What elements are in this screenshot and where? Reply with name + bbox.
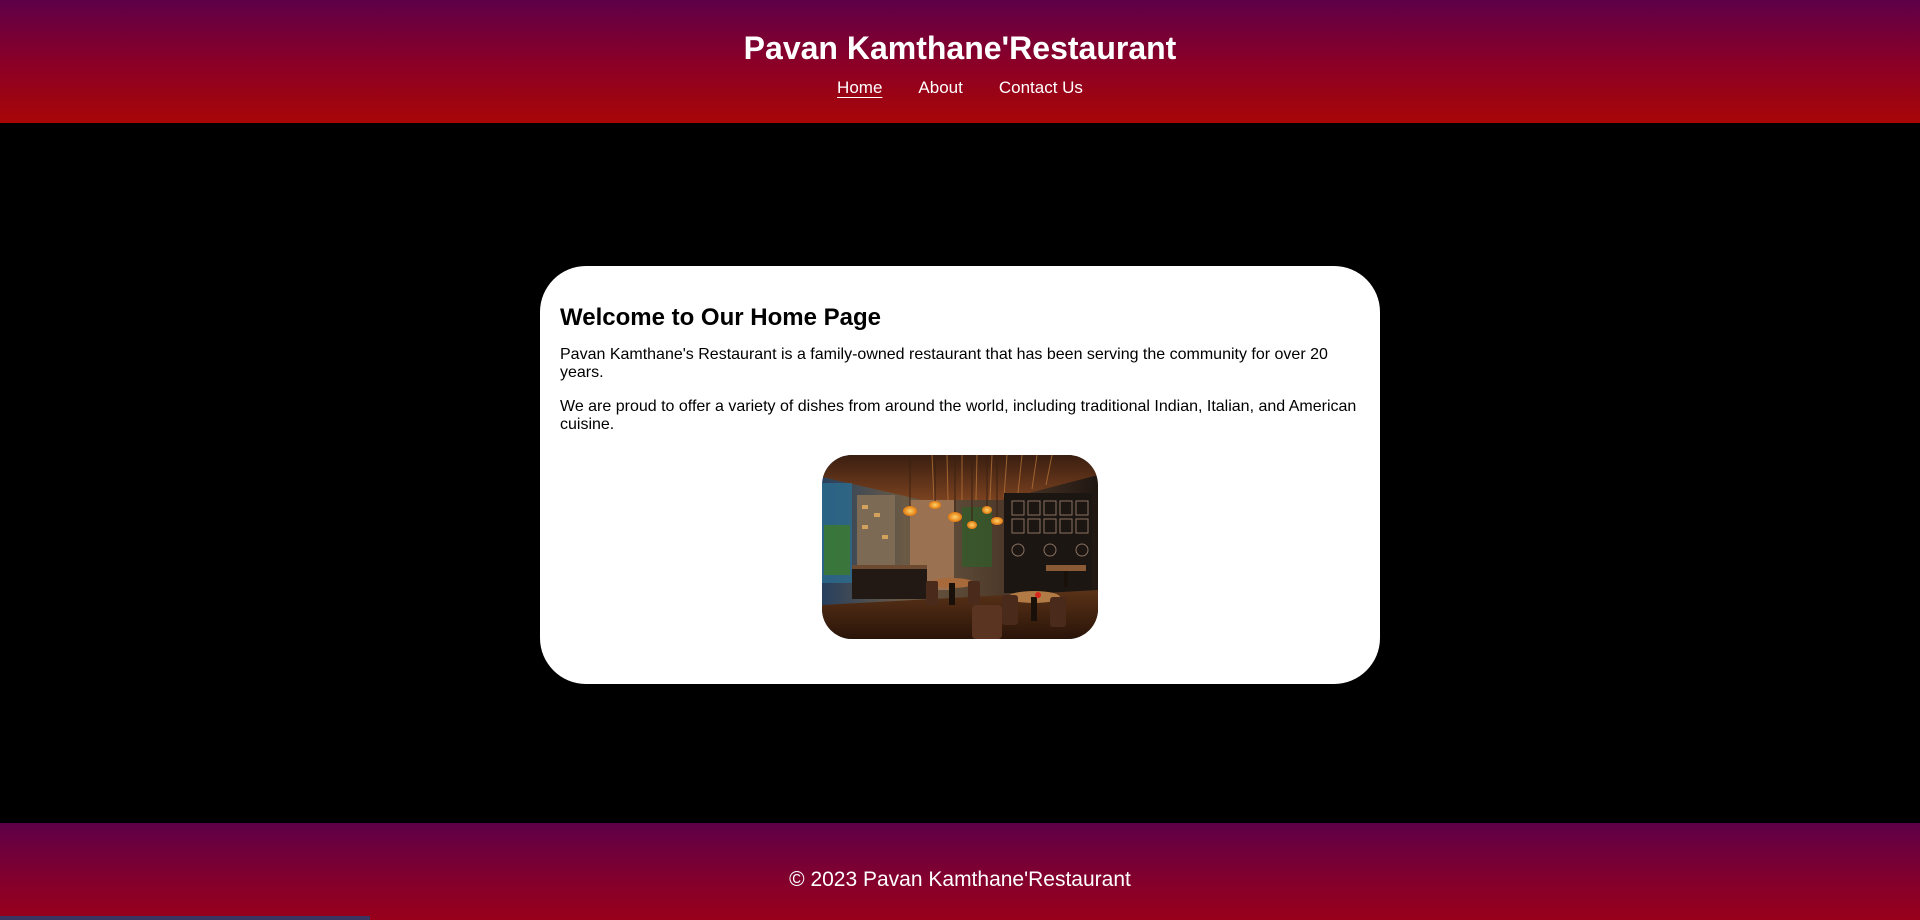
site-header: Pavan Kamthane'Restaurant Home About Con…: [0, 0, 1920, 123]
scrollbar-indicator: [0, 916, 370, 920]
nav-link-about[interactable]: About: [918, 77, 962, 99]
page: Pavan Kamthane'Restaurant Home About Con…: [0, 0, 1920, 920]
cuisine-paragraph: We are proud to offer a variety of dishe…: [560, 398, 1357, 433]
footer-copyright: © 2023 Pavan Kamthane'Restaurant: [789, 868, 1131, 891]
site-footer: © 2023 Pavan Kamthane'Restaurant: [0, 823, 1920, 920]
restaurant-photo: [822, 455, 1098, 639]
restaurant-interior-image: [822, 455, 1098, 639]
main-nav: Home About Contact Us: [0, 77, 1920, 99]
nav-link-home[interactable]: Home: [837, 77, 882, 99]
welcome-heading: Welcome to Our Home Page: [560, 304, 881, 331]
welcome-card: Welcome to Our Home Page Pavan Kamthane'…: [540, 266, 1380, 684]
site-title: Pavan Kamthane'Restaurant: [743, 30, 1177, 66]
intro-paragraph: Pavan Kamthane's Restaurant is a family-…: [560, 346, 1328, 381]
nav-link-contact-us[interactable]: Contact Us: [999, 77, 1083, 99]
